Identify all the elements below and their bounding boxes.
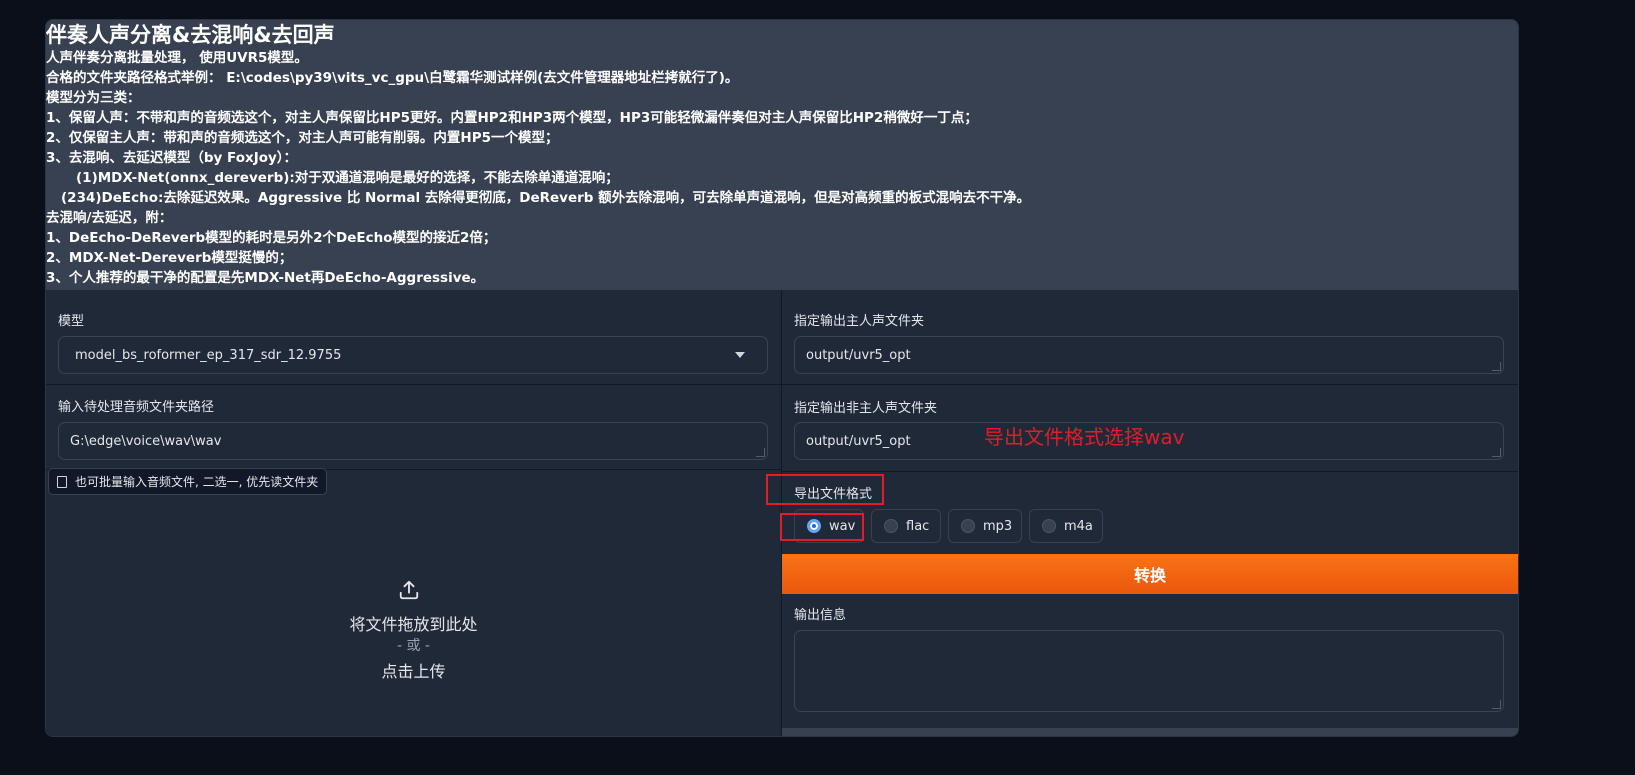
desc-line: 2、仅保留主人声：带和声的音频选这个，对主人声可能有削弱。内置HP5一个模型； <box>46 130 559 146</box>
radio-icon <box>961 519 975 533</box>
format-option-flac[interactable]: flac <box>871 509 941 543</box>
model-value: model_bs_roformer_ep_317_sdr_12.9755 <box>75 347 342 363</box>
desc-line: (1)MDX-Net(onnx_dereverb):对于双通道混响是最好的选择，… <box>76 170 619 186</box>
app-container: 伴奏人声分离&去混响&去回声 人声伴奏分离批量处理， 使用UVR5模型。 合格的… <box>45 19 1519 737</box>
vocal-out-field[interactable]: output/uvr5_opt <box>794 336 1504 374</box>
input-dir-label: 输入待处理音频文件夹路径 <box>58 400 215 415</box>
page-title: 伴奏人声分离&去混响&去回声 <box>46 23 335 47</box>
annotation-text: 导出文件格式选择wav <box>984 425 1185 449</box>
input-dir-field[interactable]: G:\edge\voice\wav\wav <box>58 422 768 460</box>
bottom-bar <box>782 728 1518 736</box>
upload-hint: 也可批量输入音频文件, 二选一, 优先读文件夹 <box>48 468 328 495</box>
desc-line: (234)DeEcho:去除延迟效果。Aggressive 比 Normal 去… <box>61 190 1031 206</box>
drop-main-text: 将文件拖放到此处 <box>349 615 478 634</box>
resize-grip-icon[interactable] <box>1492 448 1501 457</box>
inst-out-label: 指定输出非主人声文件夹 <box>794 401 938 416</box>
desc-line: 合格的文件夹路径格式举例： E:\codes\py39\vits_vc_gpu\… <box>46 70 739 86</box>
resize-grip-icon[interactable] <box>1492 362 1501 371</box>
divider <box>782 471 1518 472</box>
input-dir-value: G:\edge\voice\wav\wav <box>70 433 222 449</box>
drop-click-text: 点击上传 <box>381 662 446 681</box>
file-icon <box>57 475 67 488</box>
format-option-mp3[interactable]: mp3 <box>948 509 1022 543</box>
desc-line: 1、保留人声：不带和声的音频选这个，对主人声保留比HP5更好。内置HP2和HP3… <box>46 110 978 126</box>
vocal-out-label: 指定输出主人声文件夹 <box>794 314 925 329</box>
divider <box>46 384 781 385</box>
desc-line: 2、MDX-Net-Dereverb模型挺慢的； <box>46 250 293 266</box>
model-label: 模型 <box>58 314 85 329</box>
radio-icon <box>884 519 898 533</box>
resize-grip-icon[interactable] <box>756 448 765 457</box>
desc-line: 人声伴奏分离批量处理， 使用UVR5模型。 <box>46 50 308 66</box>
format-option-m4a[interactable]: m4a <box>1029 509 1103 543</box>
radio-icon <box>1042 519 1056 533</box>
divider <box>782 384 1518 385</box>
drop-or-text: - 或 - <box>396 638 430 654</box>
desc-line: 去混响/去延迟，附： <box>46 210 173 226</box>
highlight-box-format-label <box>766 474 884 505</box>
inst-out-value: output/uvr5_opt <box>806 433 911 449</box>
format-option-label: m4a <box>1064 518 1093 534</box>
model-dropdown[interactable]: model_bs_roformer_ep_317_sdr_12.9755 <box>58 336 768 374</box>
output-info-label: 输出信息 <box>794 608 847 623</box>
upload-icon <box>399 580 419 600</box>
description-panel: 伴奏人声分离&去混响&去回声 人声伴奏分离批量处理， 使用UVR5模型。 合格的… <box>46 20 1518 290</box>
format-option-label: mp3 <box>983 518 1013 534</box>
upload-hint-text: 也可批量输入音频文件, 二选一, 优先读文件夹 <box>75 475 319 489</box>
desc-line: 模型分为三类： <box>46 90 141 106</box>
vocal-out-value: output/uvr5_opt <box>806 347 911 363</box>
desc-line: 1、DeEcho-DeReverb模型的耗时是另外2个DeEcho模型的接近2倍… <box>46 230 497 246</box>
convert-button[interactable]: 转换 <box>782 554 1518 594</box>
format-option-label: flac <box>906 518 930 534</box>
desc-line: 3、个人推荐的最干净的配置是先MDX-Net再DeEcho-Aggressive… <box>46 270 485 286</box>
highlight-box-wav <box>780 513 864 541</box>
resize-grip-icon[interactable] <box>1492 700 1501 709</box>
chevron-down-icon <box>735 352 745 358</box>
file-drop-zone[interactable]: 将文件拖放到此处 - 或 - 点击上传 <box>46 494 781 736</box>
output-info-field[interactable] <box>794 630 1504 712</box>
desc-line: 3、去混响、去延迟模型（by FoxJoy）： <box>46 150 298 166</box>
